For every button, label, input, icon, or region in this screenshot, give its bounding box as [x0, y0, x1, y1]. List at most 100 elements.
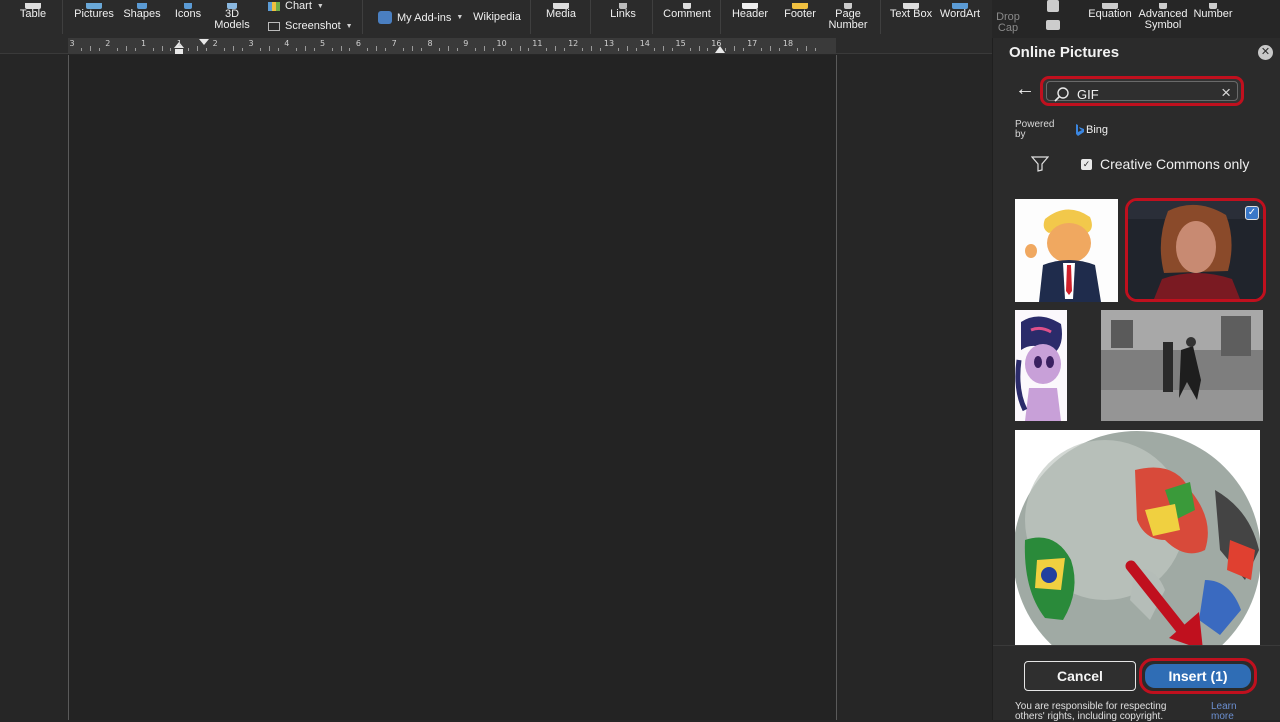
footer-button[interactable]: Footer	[780, 3, 820, 20]
ruler-tick	[671, 48, 673, 51]
header-label: Header	[731, 8, 769, 20]
ruler-label: 16	[711, 39, 722, 48]
ruler-tick	[725, 48, 727, 51]
ruler-tick	[698, 46, 700, 51]
back-arrow-icon[interactable]: ←	[1015, 78, 1035, 101]
chevron-down-icon: ▼	[345, 22, 353, 30]
portrait-image	[1128, 201, 1263, 299]
shapes-button[interactable]: Shapes	[122, 3, 162, 20]
ruler-label: 2	[212, 39, 218, 48]
globe-image	[1015, 430, 1260, 645]
ruler-tick	[564, 48, 566, 51]
creative-commons-label: Creative Commons only	[1100, 156, 1250, 172]
ruler-tick	[98, 48, 100, 51]
comment-button[interactable]: Comment	[660, 3, 714, 20]
learn-more-link[interactable]: Learn more	[1211, 702, 1251, 722]
ruler-label: 11	[532, 39, 543, 48]
links-label: Links	[610, 8, 636, 20]
my-addins-button[interactable]: My Add-ins ▼	[378, 11, 463, 24]
object-button[interactable]	[1038, 0, 1068, 30]
ruler-tick	[805, 46, 807, 51]
horizontal-ruler[interactable]: 3 2 1 1 2 3 4 5 6 7 8 9 10 11 12 13 14 15 16 17 18	[0, 38, 992, 54]
drop-cap-button[interactable]: Drop Cap	[990, 12, 1026, 34]
ribbon-divider	[652, 0, 653, 34]
ruler-label: 2	[105, 39, 111, 48]
search-input[interactable]: GIF ×	[1046, 81, 1238, 102]
text-box-label: Text Box	[889, 8, 933, 20]
chart-icon	[268, 1, 280, 11]
ruler-tick	[259, 48, 261, 51]
ruler-label: 6	[355, 39, 361, 48]
ruler-label: 4	[284, 39, 290, 48]
ribbon-divider	[62, 0, 63, 34]
black-white-scene-image	[1101, 310, 1263, 421]
text-box-button[interactable]: Text Box	[888, 3, 934, 20]
icons-button[interactable]: Icons	[172, 3, 204, 20]
ruler-label: 9	[463, 39, 469, 48]
result-image-3[interactable]	[1015, 310, 1067, 421]
ruler-tick	[483, 46, 485, 51]
page-number-button[interactable]: Page Number	[826, 3, 870, 31]
ruler-tick	[600, 48, 602, 51]
screenshot-button[interactable]: Screenshot ▼	[268, 20, 353, 32]
close-icon[interactable]: ✕	[1258, 45, 1273, 60]
ruler-tick	[268, 46, 270, 51]
ruler-tick	[770, 46, 772, 51]
result-image-5[interactable]	[1015, 430, 1260, 645]
ruler-tick	[367, 48, 369, 51]
chart-button[interactable]: Chart ▼	[268, 0, 324, 12]
ruler-tick	[116, 48, 118, 51]
pane-title: Online Pictures	[1009, 44, 1120, 61]
ribbon-divider	[362, 0, 363, 34]
ruler-tick	[125, 46, 127, 51]
bing-icon	[1076, 124, 1084, 136]
ruler-tick	[161, 46, 163, 51]
document-page[interactable]	[68, 55, 837, 720]
result-image-1[interactable]	[1015, 199, 1118, 302]
table-label: Table	[19, 8, 47, 20]
online-pictures-pane: Online Pictures ✕ ← GIF × Powered by Bin…	[992, 38, 1280, 722]
number-button[interactable]: Number	[1192, 3, 1234, 20]
drop-cap-label-2: Cap	[997, 22, 1019, 34]
ruler-tick	[474, 48, 476, 51]
checkbox-checked-icon: ✓	[1081, 158, 1092, 170]
links-button[interactable]: Links	[606, 3, 640, 20]
advanced-symbol-button[interactable]: Advanced Symbol	[1136, 3, 1190, 31]
media-button[interactable]: Media	[542, 3, 580, 20]
wordart-button[interactable]: WordArt	[938, 3, 982, 20]
ruler-label: 15	[675, 39, 686, 48]
pony-image	[1015, 310, 1067, 421]
equation-button[interactable]: Equation	[1086, 3, 1134, 20]
ruler-tick	[134, 48, 136, 51]
clear-icon[interactable]: ×	[1221, 84, 1231, 102]
filter-icon[interactable]	[1031, 156, 1049, 172]
insert-button[interactable]: Insert (1)	[1145, 664, 1251, 688]
ruler-tick	[814, 48, 816, 51]
powered-by-label: Powered by	[1015, 119, 1055, 140]
ruler-tick	[80, 48, 82, 51]
bing-logo: Bing	[1075, 124, 1108, 136]
result-image-4[interactable]	[1101, 310, 1263, 421]
ruler-label: 7	[391, 39, 397, 48]
ruler-tick	[89, 46, 91, 51]
ruler-tick	[376, 46, 378, 51]
icons-label: Icons	[174, 8, 202, 20]
left-margin-marker[interactable]	[175, 49, 183, 54]
header-button[interactable]: Header	[728, 3, 772, 20]
first-line-indent-marker[interactable]	[199, 39, 209, 45]
ruler-tick	[626, 46, 628, 51]
ruler-tick	[313, 48, 315, 51]
3d-models-button[interactable]: 3D Models	[212, 3, 252, 31]
result-image-2-selected[interactable]: ✓	[1125, 198, 1266, 302]
shapes-label: Shapes	[123, 8, 161, 20]
ruler-tick	[152, 48, 154, 51]
ruler-tick	[492, 48, 494, 51]
cancel-button[interactable]: Cancel	[1024, 661, 1136, 691]
date-time-icon	[1046, 20, 1060, 30]
creative-commons-checkbox[interactable]: ✓ Creative Commons only	[1081, 156, 1249, 172]
wikipedia-button[interactable]: Wikipedia	[472, 12, 522, 23]
table-button[interactable]: Table	[18, 3, 48, 20]
ruler-tick	[295, 48, 297, 51]
ribbon-divider	[720, 0, 721, 34]
pictures-button[interactable]: Pictures	[72, 3, 116, 20]
